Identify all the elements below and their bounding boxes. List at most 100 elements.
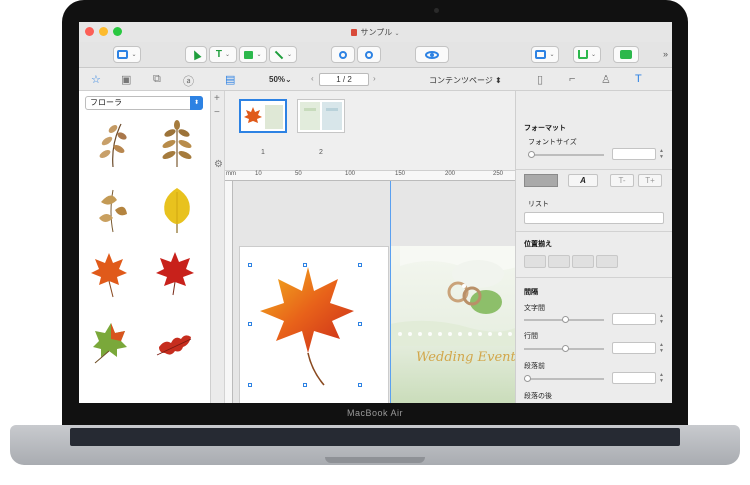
line-spacing-slider[interactable] [524, 345, 604, 352]
page-thumbnail-1[interactable] [239, 99, 287, 133]
after-paragraph-label: 段落の後 [524, 393, 552, 400]
sidebar-icon [117, 50, 129, 59]
increase-size-button[interactable]: T+ [638, 174, 662, 187]
before-paragraph-slider[interactable] [524, 375, 604, 382]
line-spacing-field[interactable] [612, 342, 656, 354]
red-maple-leaf-clipart[interactable] [155, 249, 195, 299]
yellow-leaf-clipart[interactable] [157, 184, 197, 234]
dropdown-icon: ⬍ [190, 96, 203, 110]
slider-knob[interactable] [524, 375, 531, 382]
text-tool-button[interactable]: T ⌄ [209, 46, 237, 63]
selection-handle[interactable] [303, 263, 307, 267]
slider-knob[interactable] [562, 316, 569, 323]
remove-page-icon[interactable]: − [214, 107, 220, 118]
ruler-tick: 150 [395, 171, 406, 177]
page-1[interactable] [239, 246, 389, 403]
next-page-icon[interactable]: › [373, 74, 376, 83]
brown-frond-clipart[interactable] [157, 119, 197, 169]
text-color-swatch[interactable] [524, 174, 558, 187]
view-mode-select[interactable]: コンテンツページ ⬍ [429, 75, 502, 86]
prev-page-icon[interactable]: ‹ [311, 74, 314, 83]
style-settings-icon[interactable]: ♙ [601, 73, 611, 86]
line-tool-button[interactable]: ⌄ [269, 46, 297, 63]
page-indicator[interactable]: 1 / 2 [319, 73, 369, 86]
ruler-tick: 250 [493, 171, 504, 177]
image-icon[interactable]: ▣ [121, 73, 131, 86]
zoom-in-icon [365, 50, 373, 59]
selection-handle[interactable] [358, 322, 362, 326]
line-spacing-label: 行間 [524, 333, 538, 340]
before-paragraph-field[interactable] [612, 372, 656, 384]
font-style-button[interactable]: A [568, 174, 598, 187]
page-settings-icon[interactable]: ⚙ [214, 159, 223, 170]
maple-leaf-image[interactable] [250, 261, 360, 389]
align-right-button[interactable] [572, 255, 594, 268]
selection-handle[interactable] [303, 383, 307, 387]
page-2[interactable]: Wedding Events [390, 246, 515, 403]
before-paragraph-stepper[interactable]: ▲ ▼ [658, 372, 665, 384]
fern-branch-clipart[interactable] [91, 119, 131, 169]
selection-handle[interactable] [248, 322, 252, 326]
preview-button[interactable] [415, 46, 449, 63]
align-justify-button[interactable] [596, 255, 618, 268]
divider [516, 231, 672, 232]
zoom-in-button[interactable] [357, 46, 381, 63]
laptop-mockup: MacBook Air サンプル ⌄ ⌄ T ⌄ ⌄ ⌄ ⌄ ⌄ » ☆ ▣ ⧉… [0, 0, 750, 485]
category-select[interactable]: フローラ ⬍ [85, 96, 203, 110]
green-red-maple-leaf-clipart[interactable] [89, 317, 129, 367]
layout-view-icon[interactable]: ▤ [225, 73, 235, 86]
dry-leaves-clipart[interactable] [91, 184, 131, 234]
select-tool-button[interactable] [185, 46, 207, 63]
star-icon[interactable]: ☆ [91, 73, 101, 86]
decrease-size-button[interactable]: T- [610, 174, 634, 187]
text-settings-icon[interactable]: T [635, 73, 642, 85]
wedding-rings-image[interactable] [390, 246, 515, 346]
alignment-heading: 位置揃え [524, 241, 552, 248]
ruler-tick: 50 [295, 171, 302, 177]
align-center-button[interactable] [548, 255, 570, 268]
char-spacing-slider[interactable] [524, 316, 604, 323]
share-button[interactable]: ⌄ [573, 46, 601, 63]
eye-icon [425, 50, 439, 59]
selection-handle[interactable] [248, 383, 252, 387]
document-icon [351, 29, 358, 36]
font-size-slider[interactable] [528, 151, 604, 158]
page-thumbnail-2[interactable] [297, 99, 345, 133]
shapes-icon[interactable]: ⧉ [153, 73, 161, 86]
list-label: リスト [528, 201, 549, 208]
camera [434, 8, 439, 13]
cursor-icon [190, 48, 202, 61]
text-library-icon[interactable]: ⓐ [183, 73, 194, 89]
font-size-label: フォントサイズ [528, 139, 577, 146]
orange-maple-leaf-clipart[interactable] [89, 249, 129, 299]
insert-button[interactable]: ⌄ [531, 46, 559, 63]
char-spacing-stepper[interactable]: ▲ ▼ [658, 313, 665, 325]
oak-leaf-clipart[interactable] [155, 317, 195, 367]
toolbar-overflow-button[interactable]: » [663, 49, 668, 59]
line-spacing-stepper[interactable]: ▲ ▼ [658, 342, 665, 354]
wedding-events-text[interactable]: Wedding Events [416, 350, 515, 365]
font-size-stepper[interactable]: ▲ ▼ [658, 148, 665, 160]
clipart-library: フローラ ⬍ [79, 91, 211, 403]
divider [516, 169, 672, 170]
layout-settings-icon[interactable]: ⌐ [569, 73, 575, 85]
slider-knob[interactable] [562, 345, 569, 352]
align-left-button[interactable] [524, 255, 546, 268]
shape-tool-button[interactable]: ⌄ [239, 46, 267, 63]
font-size-field[interactable] [612, 148, 656, 160]
selection-handle[interactable] [358, 263, 362, 267]
document-canvas[interactable]: Wedding Events [233, 181, 515, 403]
selection-handle[interactable] [358, 383, 362, 387]
list-style-select[interactable] [524, 212, 664, 224]
char-spacing-field[interactable] [612, 313, 656, 325]
app-window: サンプル ⌄ ⌄ T ⌄ ⌄ ⌄ ⌄ ⌄ » ☆ ▣ ⧉ ⓐ ▤ 50%⌄ ‹ 1… [79, 22, 672, 403]
printer-icon [620, 50, 632, 59]
zoom-out-button[interactable] [331, 46, 355, 63]
selection-handle[interactable] [248, 263, 252, 267]
zoom-level-select[interactable]: 50%⌄ [269, 75, 292, 84]
view-menu-button[interactable]: ⌄ [113, 46, 141, 63]
print-button[interactable] [613, 46, 639, 63]
slider-knob[interactable] [528, 151, 535, 158]
document-settings-icon[interactable]: ▯ [537, 73, 543, 86]
add-page-icon[interactable]: + [214, 93, 220, 104]
